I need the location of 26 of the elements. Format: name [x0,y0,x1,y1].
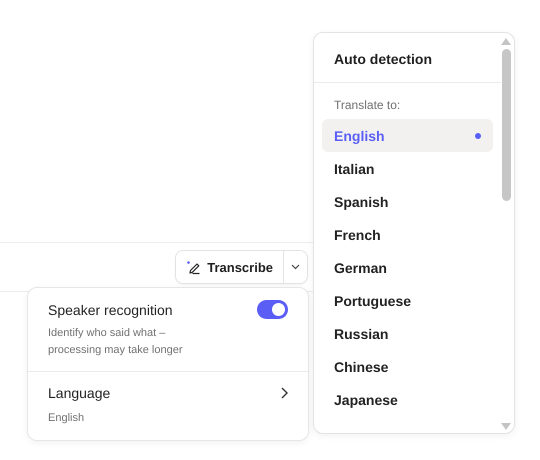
selected-dot-icon [475,132,481,138]
dropdown-button[interactable] [284,251,307,283]
language-label: Language [48,385,110,401]
transcribe-button[interactable]: Transcribe [176,251,284,283]
language-item[interactable]: Portuguese [322,284,493,317]
language-item[interactable]: Spanish [322,185,493,218]
speaker-recognition-description: Identify who said what – processing may take longer [48,326,184,358]
language-item[interactable]: German [322,251,493,284]
scroll-up-icon[interactable] [501,38,511,45]
chevron-right-icon [281,387,288,399]
language-item[interactable]: Russian [322,317,493,350]
speaker-recognition-label: Speaker recognition [48,302,173,318]
language-row[interactable]: Language English [28,372,308,440]
sparkle-pen-icon [186,260,202,274]
section-label: Translate to: [333,97,402,114]
scrollbar-thumb[interactable] [502,49,510,201]
language-value: English [48,411,86,426]
toggle-switch[interactable] [257,300,288,319]
scroll-down-icon[interactable] [501,423,511,430]
language-item[interactable]: Chinese [322,350,493,383]
language-item[interactable]: Japanese [322,383,493,416]
language-item[interactable]: English [322,119,493,152]
language-item[interactable]: Italian [322,152,493,185]
auto-detection-item[interactable]: Auto detection [314,33,501,82]
language-item[interactable]: French [322,218,493,251]
chevron-down-icon [291,264,300,270]
